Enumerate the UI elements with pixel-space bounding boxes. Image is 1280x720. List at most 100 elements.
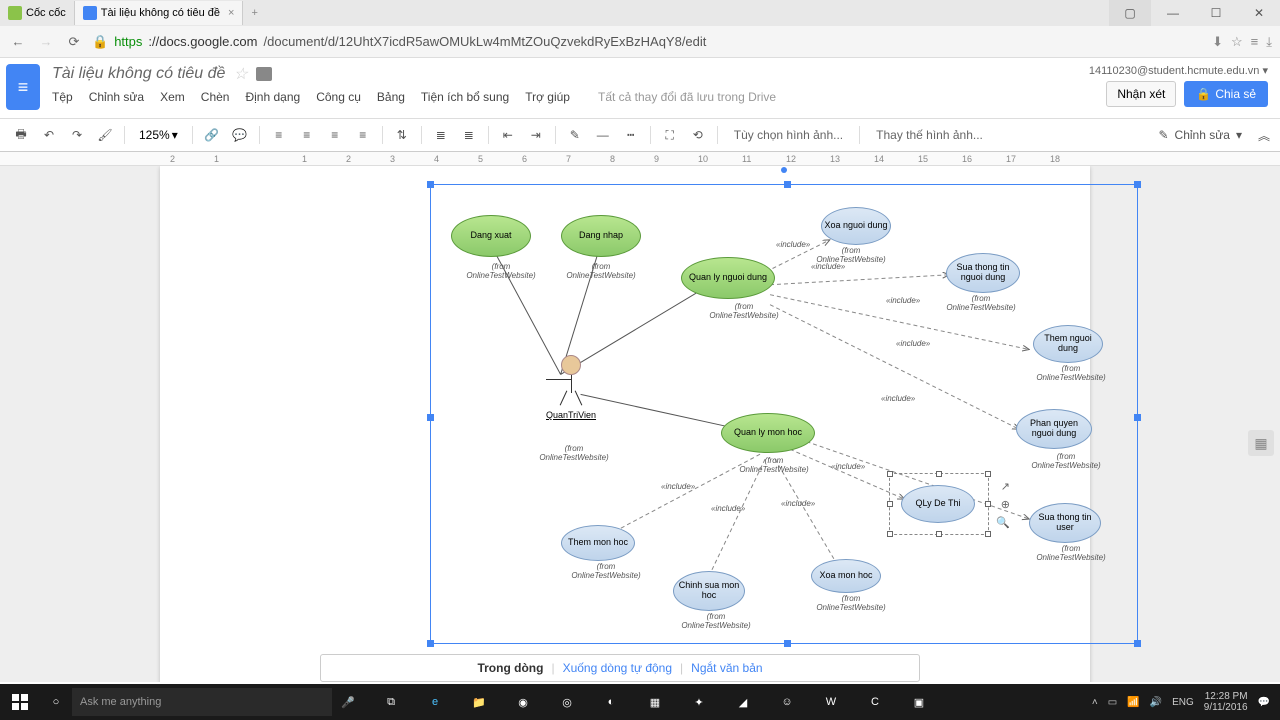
explorer-icon[interactable]: 📁 <box>458 684 500 720</box>
edit-mode[interactable]: ✎Chỉnh sửa ▾ ︽ <box>1158 127 1270 144</box>
folder-icon[interactable] <box>256 67 272 81</box>
forward-button[interactable]: → <box>36 34 56 49</box>
menu-addons[interactable]: Tiện ích bổ sung <box>421 90 509 104</box>
savior-icon[interactable]: ⬇ <box>1212 34 1223 50</box>
align-left-icon[interactable]: ≡ <box>268 124 290 146</box>
paint-format-icon[interactable]: 🖌 <box>94 124 116 146</box>
align-justify-icon[interactable]: ≡ <box>352 124 374 146</box>
wrap-inline[interactable]: Trong dòng <box>477 661 543 675</box>
tab-close-icon[interactable]: × <box>228 7 234 19</box>
usecase-node: Them nguoi dung <box>1033 325 1103 363</box>
start-button[interactable] <box>0 684 40 720</box>
tray-lang[interactable]: ENG <box>1172 697 1194 708</box>
border-weight-icon[interactable]: — <box>592 124 614 146</box>
maximize-button[interactable]: ☐ <box>1195 0 1237 26</box>
user-icon[interactable]: ▢ <box>1109 0 1151 26</box>
address-bar[interactable]: 🔒 https://docs.google.com/document/d/12U… <box>92 34 1204 50</box>
new-tab-button[interactable]: + <box>243 7 265 19</box>
reload-button[interactable]: ⟳ <box>64 34 84 50</box>
tab-coccoc[interactable]: Cốc cốc <box>0 1 75 25</box>
tab-document[interactable]: Tài liệu không có tiêu đề× <box>75 1 244 25</box>
download-icon[interactable]: ⤓ <box>1266 34 1272 50</box>
image-options[interactable]: Tùy chọn hình ảnh... <box>726 128 851 142</box>
tray-wifi-icon[interactable]: 📶 <box>1127 697 1139 708</box>
word-icon[interactable]: W <box>810 684 852 720</box>
from-note: (from OnlineTestWebsite) <box>529 445 619 463</box>
task-view-icon[interactable]: ⧉ <box>370 684 412 720</box>
line-spacing-icon[interactable]: ⇅ <box>391 124 413 146</box>
indent-inc-icon[interactable]: ⇥ <box>525 124 547 146</box>
ruler-mark: 9 <box>654 154 659 164</box>
menu-insert[interactable]: Chèn <box>201 90 230 104</box>
redo-icon[interactable]: ↷ <box>66 124 88 146</box>
tray-notif-icon[interactable]: 💬 <box>1258 697 1270 708</box>
close-button[interactable]: ✕ <box>1238 0 1280 26</box>
border-color-icon[interactable]: ✎ <box>564 124 586 146</box>
app-icon[interactable]: ▦ <box>634 684 676 720</box>
sidetool-icon[interactable]: 🔍 <box>996 516 1010 529</box>
print-icon[interactable]: 🖶 <box>10 124 32 146</box>
align-center-icon[interactable]: ≡ <box>296 124 318 146</box>
comment-button[interactable]: Nhận xét <box>1106 81 1176 107</box>
align-right-icon[interactable]: ≡ <box>324 124 346 146</box>
cortana-icon[interactable]: ○ <box>40 696 72 708</box>
zoom-select[interactable]: 125% ▾ <box>133 126 184 144</box>
menu-file[interactable]: Tệp <box>52 90 73 104</box>
usecase-node: Sua thong tin user <box>1029 503 1101 543</box>
reset-image-icon[interactable]: ⟲ <box>687 124 709 146</box>
coccoc-task-icon[interactable]: ◎ <box>546 684 588 720</box>
mic-icon[interactable]: 🎤 <box>332 696 364 709</box>
image-replace[interactable]: Thay thế hình ảnh... <box>868 128 991 142</box>
ruler-mark: 2 <box>170 154 175 164</box>
inner-selection[interactable]: ↗ ⊕ 🔍 <box>889 473 989 535</box>
crop-icon[interactable]: ⛶ <box>659 124 681 146</box>
edge-icon[interactable]: e <box>414 684 456 720</box>
document-area: Dang xuat Dang nhap Quan ly nguoi dung X… <box>0 166 1280 682</box>
usecase-node: Chinh sua mon hoc <box>673 571 745 611</box>
share-button[interactable]: 🔒Chia sẻ <box>1184 81 1268 107</box>
comment-icon[interactable]: 💬 <box>229 124 251 146</box>
image-selection[interactable]: Dang xuat Dang nhap Quan ly nguoi dung X… <box>430 184 1138 644</box>
menu-help[interactable]: Trợ giúp <box>525 90 570 104</box>
menu-tools[interactable]: Công cụ <box>316 90 361 104</box>
app-icon[interactable]: ☺ <box>766 684 808 720</box>
menu-view[interactable]: Xem <box>160 90 185 104</box>
link-icon[interactable]: 🔗 <box>201 124 223 146</box>
doc-title[interactable]: Tài liệu không có tiêu đề <box>52 65 225 83</box>
undo-icon[interactable]: ↶ <box>38 124 60 146</box>
star-icon[interactable]: ☆ <box>1231 34 1243 50</box>
explore-icon[interactable]: ▦ <box>1248 430 1274 456</box>
sidetool-icon[interactable]: ↗ <box>1001 480 1010 493</box>
numbered-list-icon[interactable]: ≣ <box>430 124 452 146</box>
tray-chevron-icon[interactable]: ˄ <box>1092 697 1098 708</box>
rotate-handle[interactable] <box>781 167 787 173</box>
tray-clock[interactable]: 12:28 PM9/11/2016 <box>1204 691 1248 713</box>
app-icon[interactable]: ✦ <box>678 684 720 720</box>
tray-battery-icon[interactable]: ▭ <box>1108 697 1117 708</box>
border-dash-icon[interactable]: ┅ <box>620 124 642 146</box>
chrome-icon[interactable]: ◉ <box>502 684 544 720</box>
chevron-up-icon[interactable]: ︽ <box>1258 127 1270 144</box>
menu-format[interactable]: Định dạng <box>245 90 300 104</box>
search-box[interactable]: Ask me anything <box>72 688 332 716</box>
url-bar: ← → ⟳ 🔒 https://docs.google.com/document… <box>0 26 1280 58</box>
bullet-list-icon[interactable]: ≣ <box>458 124 480 146</box>
menu-table[interactable]: Bảng <box>377 90 405 104</box>
menu-ext-icon[interactable]: ≡ <box>1251 34 1259 50</box>
sidetool-icon[interactable]: ⊕ <box>1001 498 1010 511</box>
docs-logo[interactable]: ≡ <box>6 64 40 110</box>
star-doc-icon[interactable]: ☆ <box>233 64 247 84</box>
eclipse-icon[interactable]: ◐ <box>590 684 632 720</box>
user-email[interactable]: 14110230@student.hcmute.edu.vn ▾ <box>1089 64 1268 77</box>
camtasia-icon[interactable]: C <box>854 684 896 720</box>
indent-dec-icon[interactable]: ⇤ <box>497 124 519 146</box>
vs-icon[interactable]: ◢ <box>722 684 764 720</box>
include-label: «include» <box>811 263 845 272</box>
wrap-break[interactable]: Ngắt văn bản <box>691 661 762 675</box>
tray-volume-icon[interactable]: 🔊 <box>1150 697 1162 708</box>
app-icon[interactable]: ▣ <box>898 684 940 720</box>
wrap-auto[interactable]: Xuống dòng tự động <box>563 661 672 675</box>
menu-edit[interactable]: Chỉnh sửa <box>89 90 144 104</box>
minimize-button[interactable]: — <box>1152 0 1194 26</box>
back-button[interactable]: ← <box>8 34 28 49</box>
